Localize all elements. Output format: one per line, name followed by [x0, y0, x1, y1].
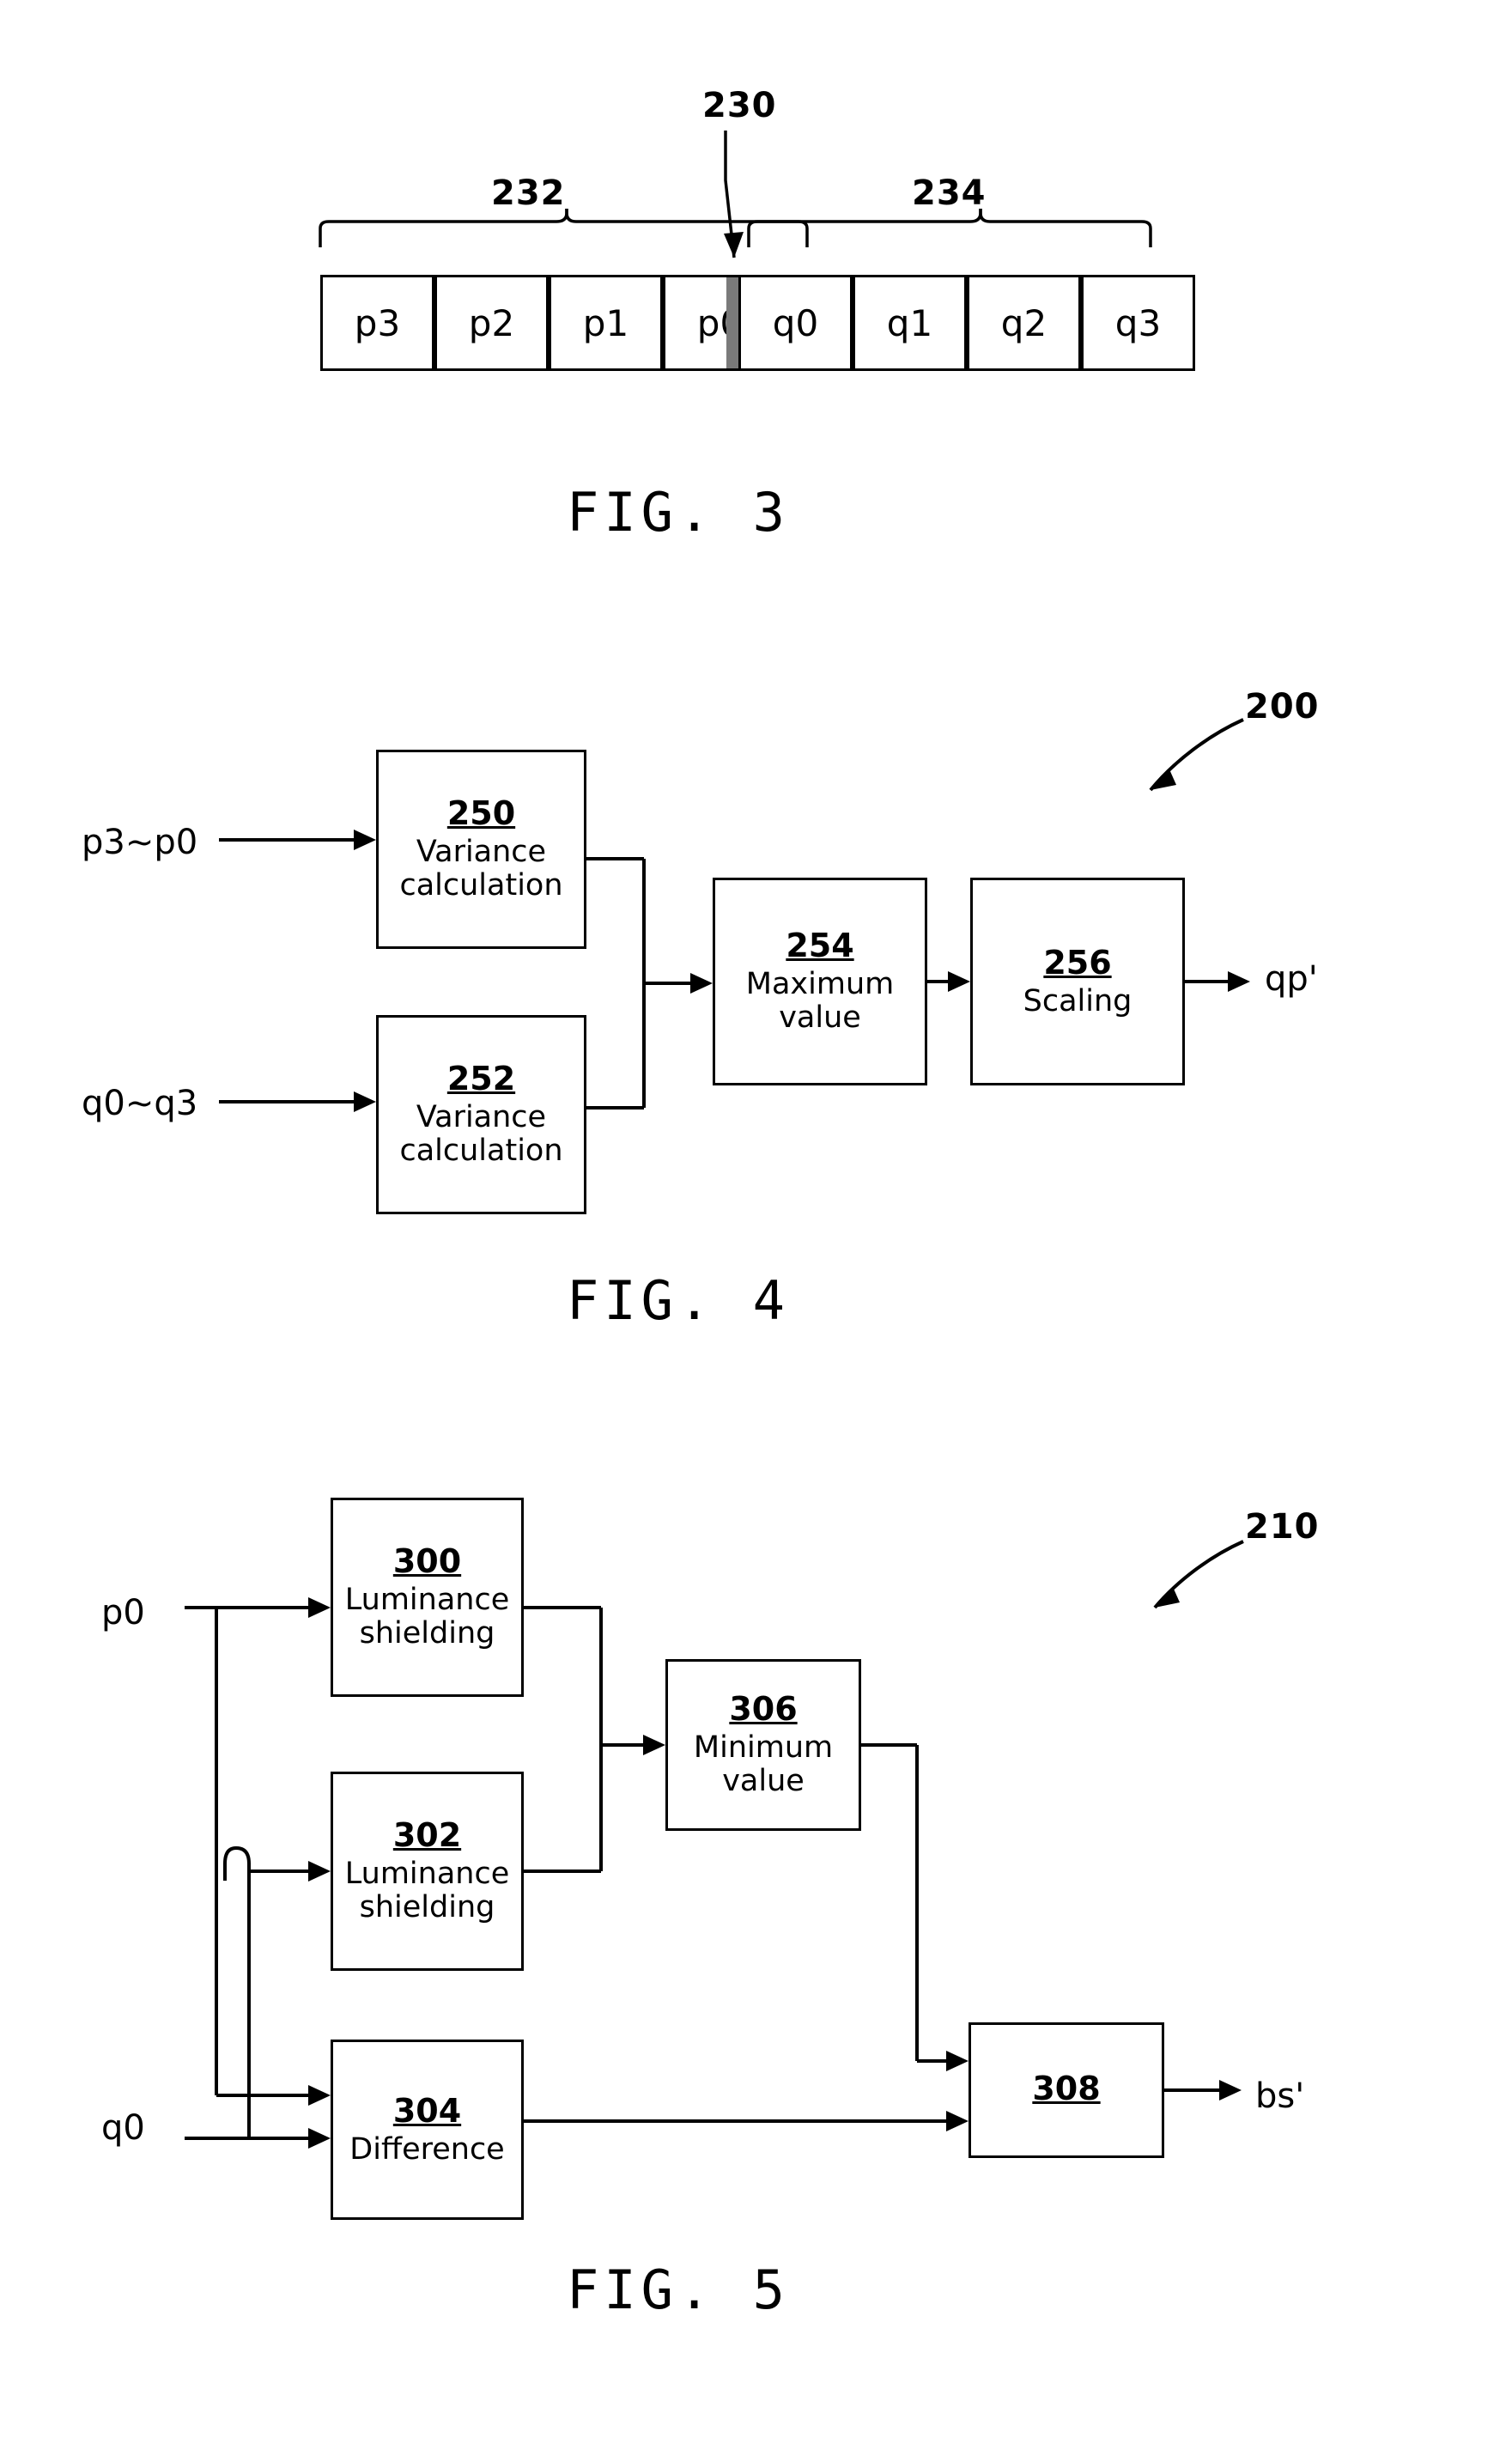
block-300-caption: Luminance shielding — [344, 1583, 510, 1651]
cell-q0: q0 — [738, 275, 853, 371]
patent-drawing-sheet: 230 232 234 p3 p2 p1 p0 q0 q1 q2 q3 FIG.… — [0, 0, 1512, 2444]
fig5-output-bs: bs' — [1255, 2076, 1305, 2116]
block-300-number: 300 — [392, 1542, 462, 1581]
block-250-caption: Variance calculation — [399, 835, 563, 903]
block-252-variance-calculation: 252 Variance calculation — [376, 1015, 586, 1214]
block-302-luminance-shielding: 302 Luminance shielding — [331, 1772, 524, 1971]
block-302-caption: Luminance shielding — [344, 1857, 510, 1925]
block-306-number: 306 — [729, 1690, 798, 1729]
block-256-number: 256 — [1043, 944, 1112, 982]
block-250-number: 250 — [446, 794, 516, 833]
fig5-input-q0: q0 — [101, 2108, 145, 2148]
block-254-caption: Maximum value — [745, 967, 895, 1036]
ref-230: 230 — [702, 86, 777, 125]
cell-p1: p1 — [549, 275, 663, 371]
fig4-input-p3p0: p3~p0 — [82, 823, 198, 862]
block-308-number: 308 — [1032, 2069, 1101, 2107]
ref-200: 200 — [1245, 687, 1320, 727]
block-300-luminance-shielding: 300 Luminance shielding — [331, 1498, 524, 1697]
block-306-caption: Minimum value — [693, 1730, 834, 1799]
figure-4-caption: FIG. 4 — [567, 1269, 790, 1332]
block-302-number: 302 — [392, 1816, 462, 1855]
block-254-maximum-value: 254 Maximum value — [713, 878, 927, 1085]
block-256-scaling: 256 Scaling — [970, 878, 1185, 1085]
block-256-caption: Scaling — [1023, 983, 1132, 1018]
cell-q2: q2 — [967, 275, 1081, 371]
block-304-number: 304 — [392, 2092, 462, 2131]
cell-q1: q1 — [853, 275, 967, 371]
ref-232: 232 — [491, 173, 566, 213]
block-308: 308 — [969, 2022, 1164, 2158]
figure-5-caption: FIG. 5 — [567, 2259, 790, 2321]
cell-q3: q3 — [1081, 275, 1195, 371]
block-250-variance-calculation: 250 Variance calculation — [376, 750, 586, 949]
block-304-caption: Difference — [349, 2131, 505, 2167]
cell-p2: p2 — [434, 275, 549, 371]
block-304-difference: 304 Difference — [331, 2040, 524, 2220]
fig4-input-q0q3: q0~q3 — [82, 1084, 198, 1123]
block-254-number: 254 — [786, 927, 854, 965]
cell-p3: p3 — [320, 275, 434, 371]
block-306-minimum-value: 306 Minimum value — [665, 1659, 861, 1831]
fig5-input-p0: p0 — [101, 1593, 145, 1632]
fig4-output-qp: qp' — [1265, 959, 1318, 999]
ref-210: 210 — [1245, 1507, 1320, 1547]
figure-3-caption: FIG. 3 — [567, 481, 790, 544]
block-boundary-divider — [726, 277, 738, 368]
ref-234: 234 — [912, 173, 987, 213]
block-252-caption: Variance calculation — [399, 1100, 563, 1169]
block-252-number: 252 — [446, 1060, 516, 1098]
